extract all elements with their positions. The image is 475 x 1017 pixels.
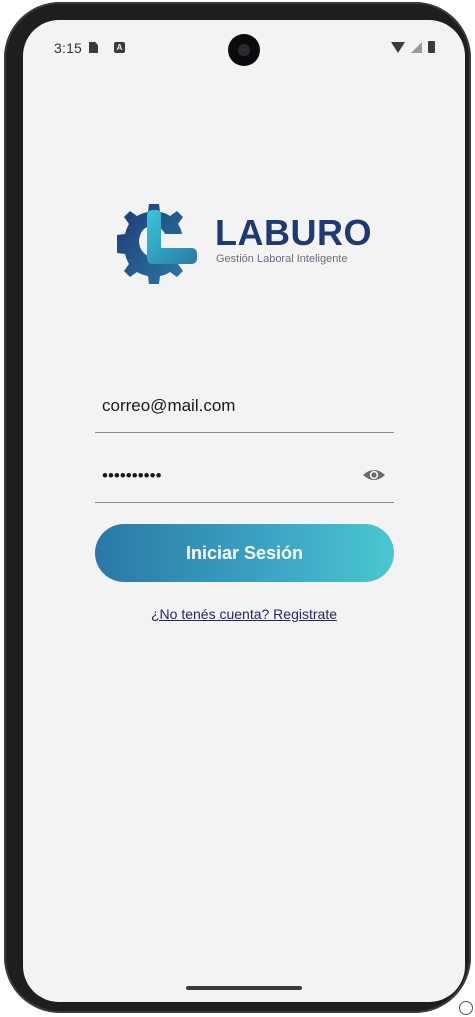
brand-tagline: Gestión Laboral Inteligente [216, 253, 348, 265]
front-camera [228, 34, 260, 66]
home-indicator[interactable] [186, 986, 302, 990]
login-button[interactable]: Iniciar Sesión [95, 524, 394, 582]
app-logo: LABURO Gestión Laboral Inteligente [109, 196, 379, 292]
a-badge-icon: A [114, 42, 125, 53]
corner-badge-icon [459, 1001, 473, 1015]
eye-icon[interactable] [362, 467, 386, 483]
password-input[interactable]: •••••••••• [102, 466, 162, 486]
email-input[interactable] [102, 396, 352, 416]
status-icons [391, 41, 435, 53]
status-time: 3:15 [54, 40, 83, 56]
signal-icon [411, 41, 422, 53]
status-bar: 3:15 A [23, 20, 465, 76]
battery-icon [428, 41, 435, 53]
register-link[interactable]: ¿No tenés cuenta? Registrate [23, 606, 465, 622]
wifi-icon [391, 41, 405, 53]
app-screen: 3:15 A LABURO Gestión Laboral Inteligent… [23, 20, 465, 1002]
brand-name: LABURO [215, 212, 372, 253]
phone-frame: 3:15 A LABURO Gestión Laboral Inteligent… [4, 2, 471, 1013]
email-field[interactable] [95, 386, 394, 433]
sim-card-icon [89, 42, 98, 53]
password-field[interactable]: •••••••••• [95, 456, 394, 503]
gear-l-logo-icon [117, 204, 197, 284]
camera-lens [238, 44, 250, 56]
